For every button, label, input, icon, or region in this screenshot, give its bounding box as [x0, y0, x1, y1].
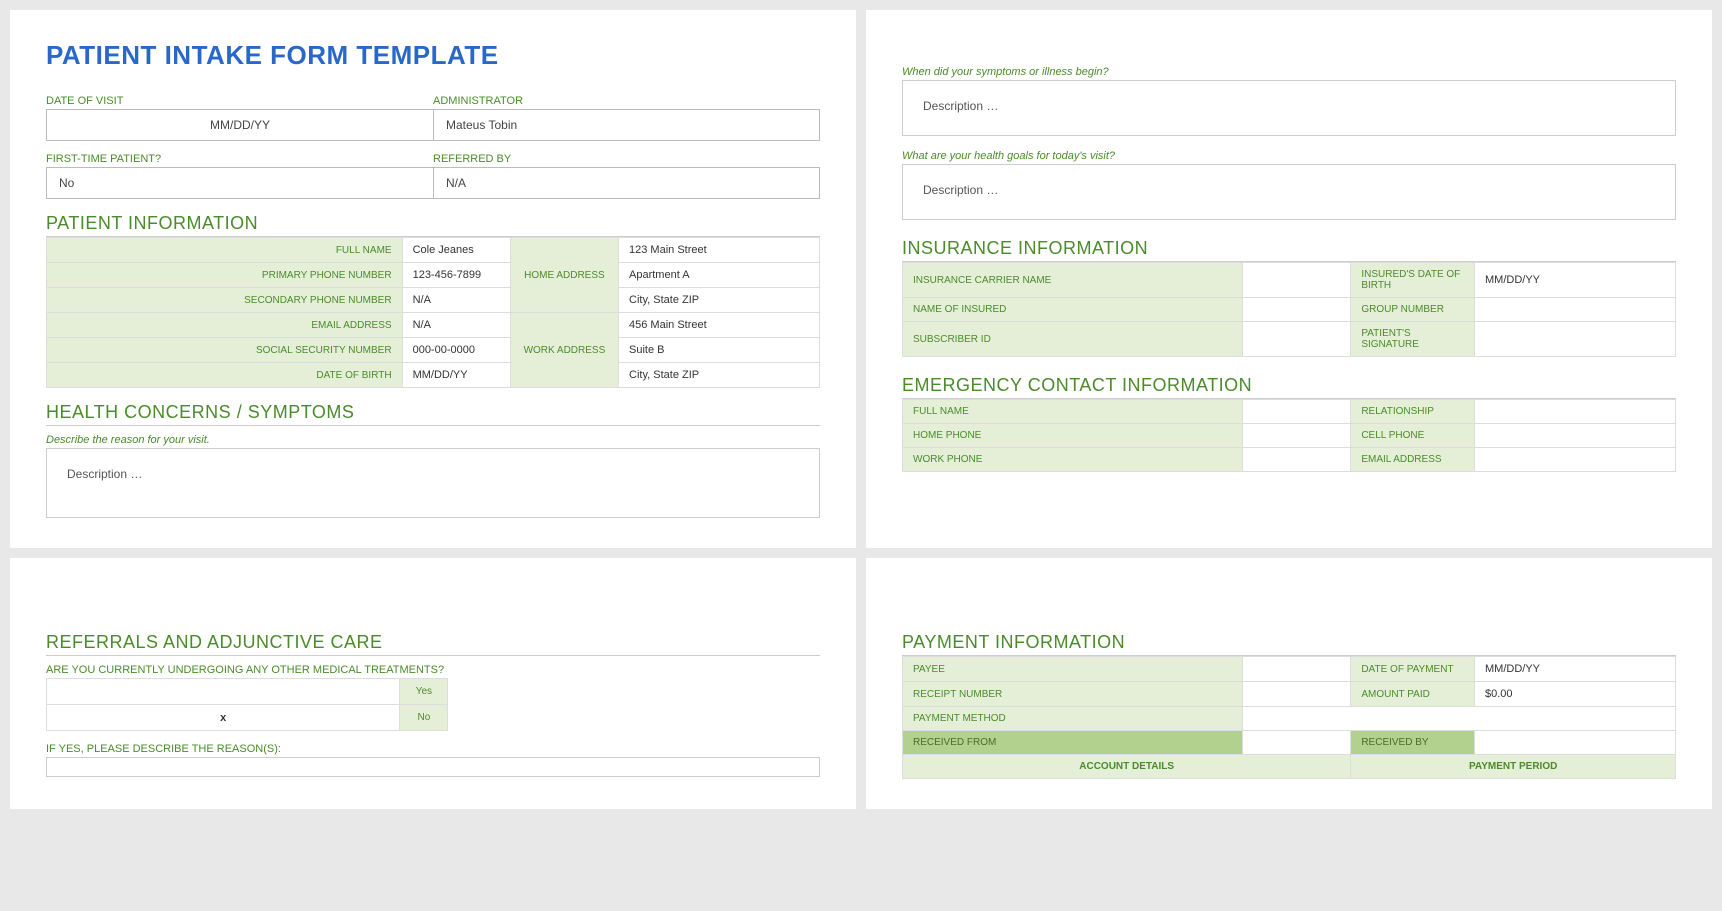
full-name-label: FULL NAME — [47, 238, 403, 263]
sub-input[interactable] — [1243, 322, 1351, 357]
emergency-heading: EMERGENCY CONTACT INFORMATION — [902, 375, 1676, 399]
spn-label: SECONDARY PHONE NUMBER — [47, 288, 403, 313]
form-title: PATIENT INTAKE FORM TEMPLATE — [46, 40, 820, 71]
symptoms-begin-prompt: When did your symptoms or illness begin? — [902, 66, 1676, 78]
home-addr-1[interactable]: 123 Main Street — [619, 238, 820, 263]
ec-rel-input[interactable] — [1475, 400, 1676, 424]
dob-input[interactable]: MM/DD/YY — [402, 363, 510, 388]
dop-input[interactable]: MM/DD/YY — [1475, 657, 1676, 682]
health-goals-input[interactable]: Description … — [902, 164, 1676, 220]
pp-header: PAYMENT PERIOD — [1351, 755, 1676, 779]
yes-check[interactable] — [47, 679, 400, 705]
rf-input[interactable] — [1243, 731, 1351, 755]
idob-input[interactable]: MM/DD/YY — [1475, 263, 1676, 298]
dov-input[interactable]: MM/DD/YY — [46, 109, 433, 141]
email-label: EMAIL ADDRESS — [47, 313, 403, 338]
sig-label: PATIENT'S SIGNATURE — [1351, 322, 1475, 357]
spn-input[interactable]: N/A — [402, 288, 510, 313]
ec-fn-input[interactable] — [1243, 400, 1351, 424]
noi-label: NAME OF INSURED — [903, 298, 1243, 322]
ec-cp-input[interactable] — [1475, 424, 1676, 448]
page-4: PAYMENT INFORMATION PAYEE DATE OF PAYMEN… — [866, 558, 1712, 809]
patient-info-heading: PATIENT INFORMATION — [46, 213, 820, 237]
dov-label: DATE OF VISIT — [46, 89, 433, 109]
payment-heading: PAYMENT INFORMATION — [902, 632, 1676, 656]
ftp-label: FIRST-TIME PATIENT? — [46, 147, 433, 167]
ec-cp-label: CELL PHONE — [1351, 424, 1475, 448]
page-1: PATIENT INTAKE FORM TEMPLATE DATE OF VIS… — [10, 10, 856, 548]
page-2: When did your symptoms or illness begin?… — [866, 10, 1712, 548]
ec-em-input[interactable] — [1475, 448, 1676, 472]
rn-label: RECEIPT NUMBER — [903, 682, 1243, 707]
emergency-table: FULL NAME RELATIONSHIP HOME PHONE CELL P… — [902, 399, 1676, 472]
ec-wp-input[interactable] — [1243, 448, 1351, 472]
visit-reason-input[interactable]: Description … — [46, 448, 820, 518]
email-input[interactable]: N/A — [402, 313, 510, 338]
pm-input[interactable] — [1243, 707, 1676, 731]
treatments-question: ARE YOU CURRENTLY UNDERGOING ANY OTHER M… — [46, 664, 820, 676]
ap-input[interactable]: $0.00 — [1475, 682, 1676, 707]
sub-label: SUBSCRIBER ID — [903, 322, 1243, 357]
payee-input[interactable] — [1243, 657, 1351, 682]
noi-input[interactable] — [1243, 298, 1351, 322]
gn-input[interactable] — [1475, 298, 1676, 322]
work-addr-3[interactable]: City, State ZIP — [619, 363, 820, 388]
rb-input[interactable] — [1475, 731, 1676, 755]
yesno-table: Yes x No — [46, 678, 448, 731]
health-goals-prompt: What are your health goals for today's v… — [902, 150, 1676, 162]
ec-em-label: EMAIL ADDRESS — [1351, 448, 1475, 472]
ec-hp-label: HOME PHONE — [903, 424, 1243, 448]
reason-prompt: IF YES, PLEASE DESCRIBE THE REASON(S): — [46, 743, 820, 755]
ec-rel-label: RELATIONSHIP — [1351, 400, 1475, 424]
reason-input[interactable] — [46, 757, 820, 777]
home-addr-label: HOME ADDRESS — [510, 238, 618, 313]
insurance-table: INSURANCE CARRIER NAME INSURED'S DATE OF… — [902, 262, 1676, 357]
ref-label: REFERRED BY — [433, 147, 820, 167]
admin-input[interactable]: Mateus Tobin — [433, 109, 820, 141]
insurance-heading: INSURANCE INFORMATION — [902, 238, 1676, 262]
ad-header: ACCOUNT DETAILS — [903, 755, 1351, 779]
idob-label: INSURED'S DATE OF BIRTH — [1351, 263, 1475, 298]
rb-label: RECEIVED BY — [1351, 731, 1475, 755]
dob-label: DATE OF BIRTH — [47, 363, 403, 388]
dop-label: DATE OF PAYMENT — [1351, 657, 1475, 682]
carrier-label: INSURANCE CARRIER NAME — [903, 263, 1243, 298]
rn-input[interactable] — [1243, 682, 1351, 707]
no-label: No — [400, 705, 448, 731]
yes-label: Yes — [400, 679, 448, 705]
visit-reason-prompt: Describe the reason for your visit. — [46, 434, 820, 446]
page-3: REFERRALS AND ADJUNCTIVE CARE ARE YOU CU… — [10, 558, 856, 809]
home-addr-2[interactable]: Apartment A — [619, 263, 820, 288]
referrals-heading: REFERRALS AND ADJUNCTIVE CARE — [46, 632, 820, 656]
ppn-input[interactable]: 123-456-7899 — [402, 263, 510, 288]
work-addr-label: WORK ADDRESS — [510, 313, 618, 388]
payee-label: PAYEE — [903, 657, 1243, 682]
ppn-label: PRIMARY PHONE NUMBER — [47, 263, 403, 288]
ssn-label: SOCIAL SECURITY NUMBER — [47, 338, 403, 363]
ec-hp-input[interactable] — [1243, 424, 1351, 448]
pm-label: PAYMENT METHOD — [903, 707, 1243, 731]
full-name-input[interactable]: Cole Jeanes — [402, 238, 510, 263]
sig-input[interactable] — [1475, 322, 1676, 357]
ec-fn-label: FULL NAME — [903, 400, 1243, 424]
patient-info-table: FULL NAME Cole Jeanes HOME ADDRESS 123 M… — [46, 237, 820, 388]
carrier-input[interactable] — [1243, 263, 1351, 298]
admin-label: ADMINISTRATOR — [433, 89, 820, 109]
no-check[interactable]: x — [47, 705, 400, 731]
rf-label: RECEIVED FROM — [903, 731, 1243, 755]
gn-label: GROUP NUMBER — [1351, 298, 1475, 322]
ref-input[interactable]: N/A — [433, 167, 820, 199]
ftp-input[interactable]: No — [46, 167, 433, 199]
payment-table: PAYEE DATE OF PAYMENT MM/DD/YY RECEIPT N… — [902, 656, 1676, 779]
home-addr-3[interactable]: City, State ZIP — [619, 288, 820, 313]
symptoms-begin-input[interactable]: Description … — [902, 80, 1676, 136]
health-concerns-heading: HEALTH CONCERNS / SYMPTOMS — [46, 402, 820, 426]
ec-wp-label: WORK PHONE — [903, 448, 1243, 472]
ap-label: AMOUNT PAID — [1351, 682, 1475, 707]
work-addr-2[interactable]: Suite B — [619, 338, 820, 363]
ssn-input[interactable]: 000-00-0000 — [402, 338, 510, 363]
work-addr-1[interactable]: 456 Main Street — [619, 313, 820, 338]
